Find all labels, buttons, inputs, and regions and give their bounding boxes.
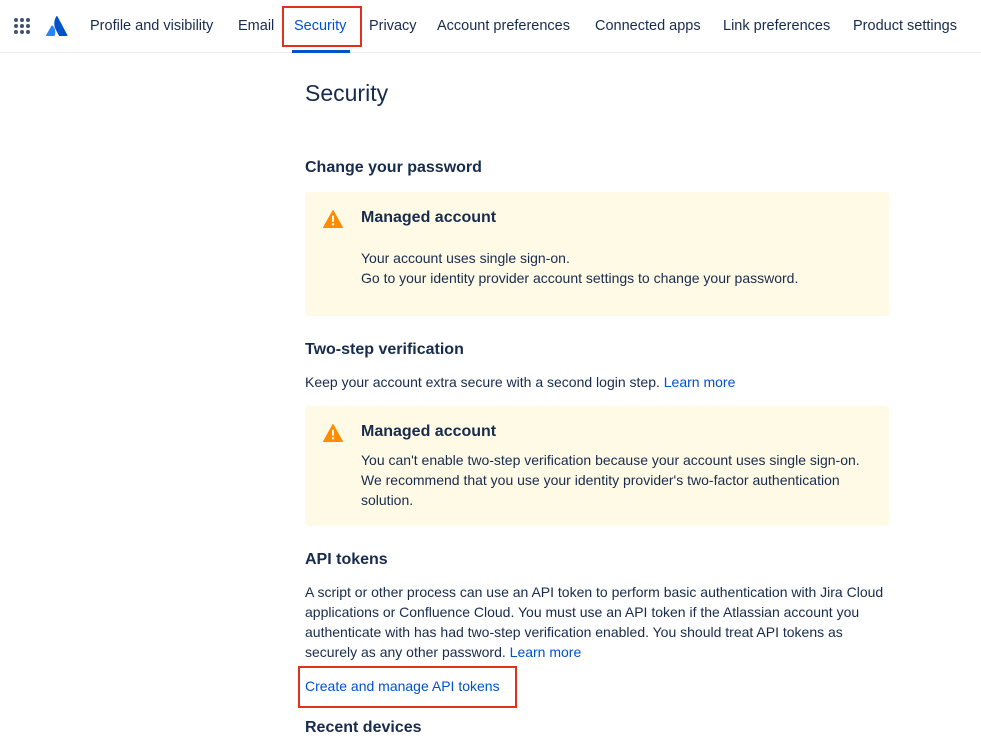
tab-connected-apps[interactable]: Connected apps [595,0,701,52]
tab-profile-and-visibility[interactable]: Profile and visibility [90,0,213,52]
two-step-verification-heading: Two-step verification [305,341,464,358]
notice-text: Your account uses single sign-on. Go to … [361,248,871,288]
recent-devices-heading: Recent devices [305,719,422,736]
top-navigation: Profile and visibility Email Security Pr… [0,0,981,53]
notice-line: Go to your identity provider account set… [361,270,799,286]
tab-security[interactable]: Security [294,0,346,52]
tab-link-preferences[interactable]: Link preferences [723,0,830,52]
app-switcher-grid-icon[interactable] [13,17,31,35]
tab-account-preferences[interactable]: Account preferences [437,0,570,52]
api-tokens-description-text: A script or other process can use an API… [305,584,884,660]
tab-product-settings[interactable]: Product settings [853,0,957,52]
two-step-learn-more-link[interactable]: Learn more [664,374,736,390]
two-step-description: Keep your account extra secure with a se… [305,372,889,392]
notice-title: Managed account [361,209,497,226]
api-tokens-description: A script or other process can use an API… [305,582,889,662]
notice-title: Managed account [361,423,497,440]
password-managed-account-notice: Managed account Your account uses single… [305,192,889,316]
change-password-heading: Change your password [305,159,482,176]
warning-icon [323,210,343,228]
tab-email[interactable]: Email [238,0,274,52]
notice-line: Your account uses single sign-on. [361,250,570,266]
two-step-description-text: Keep your account extra secure with a se… [305,374,660,390]
page-title: Security [305,80,389,106]
active-tab-indicator [292,50,350,53]
api-tokens-learn-more-link[interactable]: Learn more [510,644,582,660]
tab-privacy[interactable]: Privacy [369,0,417,52]
warning-icon [323,424,343,442]
atlassian-logo-icon[interactable] [46,16,68,36]
notice-text: You can't enable two-step verification b… [361,452,860,508]
two-step-managed-account-notice: Managed account You can't enable two-ste… [305,406,889,526]
create-manage-api-tokens-link[interactable]: Create and manage API tokens [305,676,500,696]
api-tokens-heading: API tokens [305,551,388,568]
